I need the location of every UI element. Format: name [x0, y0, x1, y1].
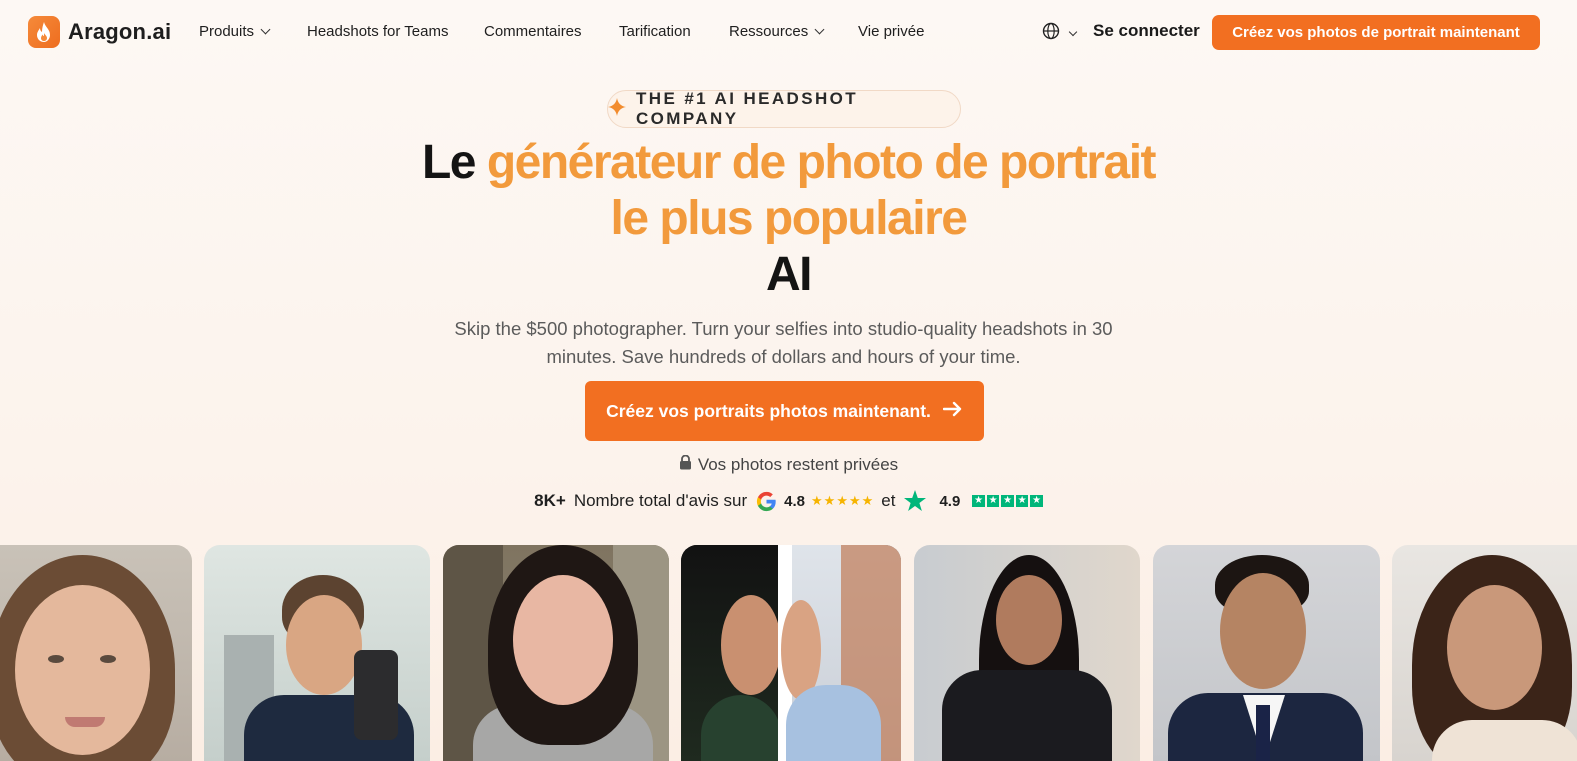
star-icon: ★ [1030, 494, 1043, 508]
star-icon: ★ [823, 493, 836, 508]
google-stars: ★ ★ ★ ★ ★ [811, 493, 873, 509]
create-portraits-button[interactable]: Créez vos portraits photos maintenant. [585, 381, 984, 441]
nav-item-vie-privee[interactable]: Vie privée [858, 23, 924, 40]
hero-subtitle: Skip the $500 photographer. Turn your se… [454, 318, 1113, 367]
headline-highlight: générateur de photo de portrait le plus … [486, 136, 1157, 245]
portrait-man-before-after [681, 545, 901, 761]
chevron-down-icon [814, 24, 825, 35]
star-icon: ★ [848, 493, 861, 508]
cta-label: Créez vos portraits photos maintenant. [606, 400, 931, 421]
review-label: Nombre total d'avis sur [573, 491, 748, 510]
signin-link[interactable]: Se connecter [1093, 21, 1200, 41]
globe-icon [1042, 22, 1060, 45]
brand-name: Aragon.ai [68, 19, 172, 44]
chevron-down-icon [260, 24, 271, 35]
trustpilot-rating: 4.9 [939, 492, 961, 510]
portrait-man-suit [1153, 545, 1380, 761]
star-icon: ★ [972, 494, 985, 508]
sparkle-icon [608, 97, 626, 121]
chevron-down-icon [1068, 27, 1078, 36]
nav-item-headshots-for-teams[interactable]: Headshots for Teams [307, 23, 448, 40]
badge-label: THE #1 AI HEADSHOT COMPANY [636, 89, 859, 128]
nav-item-label: Commentaires [484, 23, 582, 40]
trustpilot-stars: ★ ★ ★ ★ ★ [972, 494, 1043, 508]
portrait-carousel [0, 545, 1577, 761]
lock-icon [679, 454, 692, 475]
hero-badge: THE #1 AI HEADSHOT COMPANY [607, 89, 961, 128]
arrow-right-icon [942, 401, 963, 422]
nav-item-label: Ressources [729, 23, 809, 40]
portrait-woman-office [914, 545, 1140, 761]
language-selector[interactable] [1042, 22, 1078, 45]
create-headshots-button[interactable]: Créez vos photos de portrait maintenant [1212, 15, 1540, 50]
star-icon: ★ [986, 494, 1000, 508]
nav-item-commentaires[interactable]: Commentaires [484, 23, 582, 40]
star-icon: ★ [1015, 494, 1029, 508]
nav-item-tarification[interactable]: Tarification [619, 23, 691, 40]
google-icon [755, 490, 778, 513]
nav-item-label: Produits [199, 23, 255, 40]
portrait-woman-light [1392, 545, 1577, 761]
review-count: 8K+ [534, 491, 566, 510]
nav-item-produits[interactable]: Produits [199, 23, 271, 40]
headline-tail: AI [766, 248, 813, 301]
nav-item-label: Vie privée [858, 23, 925, 40]
star-icon: ★ [811, 493, 823, 508]
review-connector: et [881, 491, 896, 510]
nav-item-label: Tarification [619, 23, 691, 40]
privacy-note: Vos photos restent privées [0, 454, 1577, 475]
reviews-bar: 8K+ Nombre total d'avis sur 4.8 ★ ★ ★ ★ … [0, 489, 1577, 513]
page-title: Le générateur de photo de portrait le pl… [400, 135, 1177, 303]
star-icon: ★ [861, 493, 874, 508]
headline-lead: Le [421, 136, 487, 189]
google-rating: 4.8 [784, 492, 805, 510]
star-icon: ★ [836, 493, 848, 508]
nav-item-ressources[interactable]: Ressources [729, 23, 825, 40]
nav-item-label: Headshots for Teams [307, 23, 449, 40]
star-icon: ★ [1001, 494, 1014, 508]
privacy-label: Vos photos restent privées [697, 455, 899, 474]
portrait-woman-street [443, 545, 669, 761]
brand-logo[interactable]: Aragon.ai [28, 16, 171, 48]
top-navbar: Aragon.ai Produits Headshots for Teams C… [0, 0, 1577, 64]
flame-icon [28, 16, 60, 48]
trustpilot-icon [903, 489, 927, 513]
portrait-man-mirror-selfie [204, 545, 430, 761]
portrait-woman-selfie [0, 545, 192, 761]
